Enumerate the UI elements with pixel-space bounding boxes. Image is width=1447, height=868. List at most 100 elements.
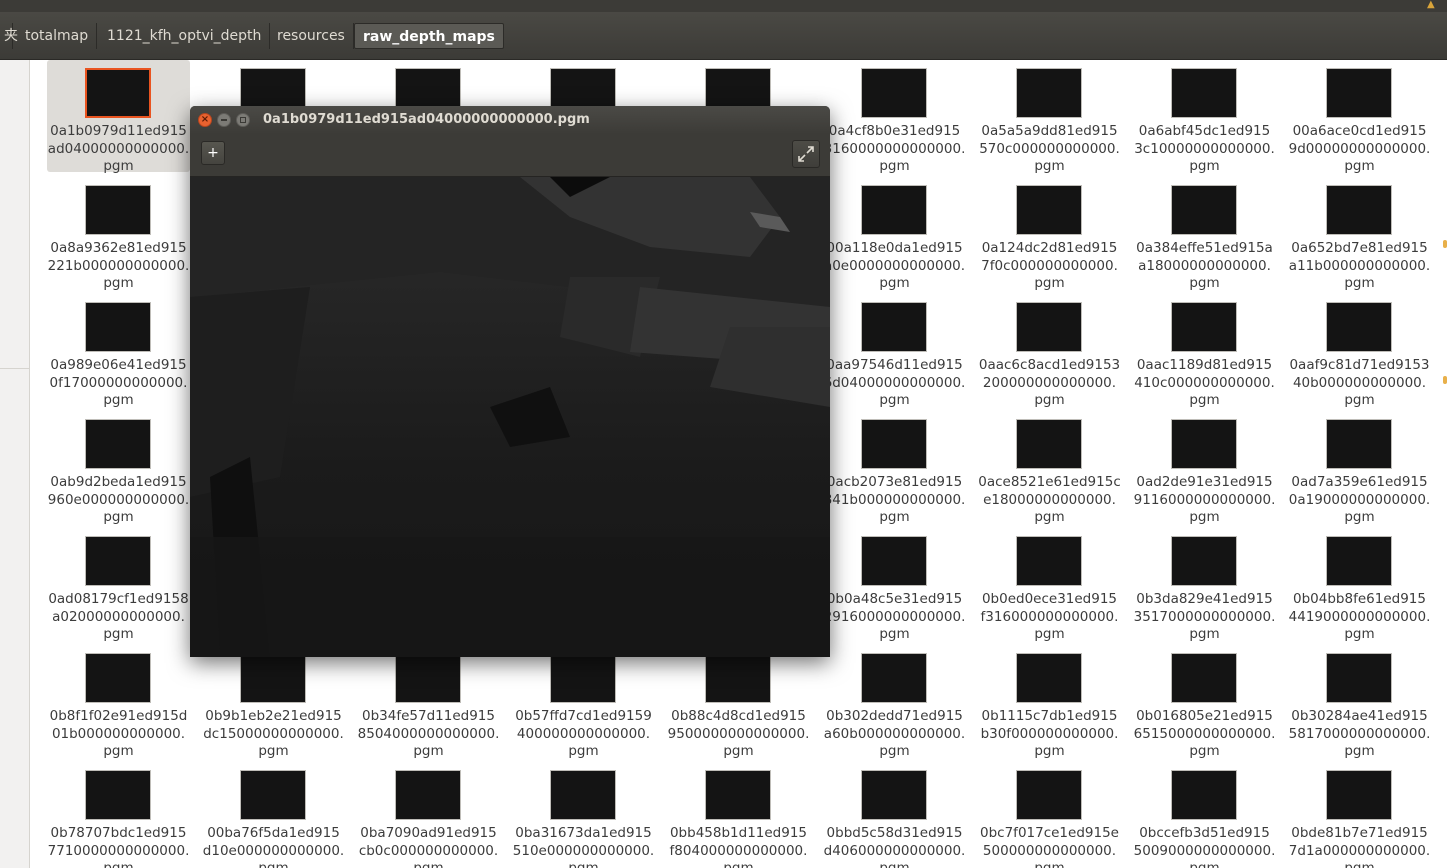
close-icon[interactable]: ×	[198, 113, 212, 127]
file-thumbnail	[85, 302, 151, 352]
file-item[interactable]: 0ad2de91e31ed915 9116000000000000. pgm	[1133, 411, 1276, 525]
file-name: 0ad7a359e61ed915 0a19000000000000. pgm	[1288, 474, 1431, 525]
file-item[interactable]: 00a6ace0cd1ed915 9d00000000000000. pgm	[1288, 60, 1431, 174]
file-name: 0aac1189d81ed915 410c000000000000. pgm	[1134, 357, 1275, 408]
file-item[interactable]: 0b04bb8fe61ed915 4419000000000000. pgm	[1288, 528, 1431, 642]
file-item[interactable]: 0b9b1eb2e21ed915 dc15000000000000. pgm	[202, 645, 345, 759]
file-item[interactable]: 0ad08179cf1ed9158 a02000000000000. pgm	[47, 528, 190, 642]
file-name: 0a6abf45dc1ed915 3c10000000000000. pgm	[1134, 123, 1275, 174]
file-name: 0a8a9362e81ed915 221b000000000000. pgm	[47, 240, 190, 291]
file-item[interactable]: 0bccefb3d51ed915 5009000000000000. pgm	[1133, 762, 1276, 868]
file-item[interactable]: 0aa97546d11ed915 6d04000000000000. pgm	[823, 294, 966, 408]
file-name: 0bb458b1d11ed915 f804000000000000. pgm	[669, 825, 808, 868]
file-item[interactable]: 0bbd5c58d31ed915 d406000000000000. pgm	[823, 762, 966, 868]
file-thumbnail	[85, 185, 151, 235]
file-item[interactable]: 0acb2073e81ed915 841b000000000000. pgm	[823, 411, 966, 525]
breadcrumb-resources[interactable]: resources	[269, 23, 354, 49]
file-item[interactable]: 0ba31673da1ed915 510e000000000000. pgm	[512, 762, 655, 868]
file-item[interactable]: 0b3da829e41ed915 3517000000000000. pgm	[1133, 528, 1276, 642]
file-name: 0b57ffd7cd1ed9159 400000000000000. pgm	[515, 708, 652, 759]
scroll-markers	[1443, 240, 1447, 390]
file-thumbnail	[861, 185, 927, 235]
file-item[interactable]: 0b016805e21ed915 6515000000000000. pgm	[1133, 645, 1276, 759]
file-item[interactable]: 0aaf9c81d71ed9153 40b000000000000. pgm	[1288, 294, 1431, 408]
file-item[interactable]: 0a8a9362e81ed915 221b000000000000. pgm	[47, 177, 190, 291]
file-item[interactable]: 0a4cf8b0e31ed915 3160000000000000. pgm	[823, 60, 966, 174]
file-item[interactable]: 0a6abf45dc1ed915 3c10000000000000. pgm	[1133, 60, 1276, 174]
file-name: 0ad2de91e31ed915 9116000000000000. pgm	[1133, 474, 1276, 525]
file-name: 0b34fe57d11ed915 8504000000000000. pgm	[357, 708, 500, 759]
file-thumbnail	[861, 68, 927, 118]
file-thumbnail	[861, 653, 927, 703]
file-item[interactable]: 0a652bd7e81ed915 a11b000000000000. pgm	[1288, 177, 1431, 291]
file-item[interactable]: 0a384effe51ed915a a18000000000000. pgm	[1133, 177, 1276, 291]
file-item[interactable]: 0ab9d2beda1ed915 960e000000000000. pgm	[47, 411, 190, 525]
file-item[interactable]: 0a124dc2d81ed915 7f0c000000000000. pgm	[978, 177, 1121, 291]
plus-icon[interactable]: +	[201, 141, 225, 165]
file-item[interactable]: 0a989e06e41ed915 0f17000000000000. pgm	[47, 294, 190, 408]
file-item[interactable]: 0ba7090ad91ed915 cb0c000000000000. pgm	[357, 762, 500, 868]
breadcrumb-partial-folder[interactable]: 夹	[0, 23, 18, 49]
file-item[interactable]: 00ba76f5da1ed915 d10e000000000000. pgm	[202, 762, 345, 868]
file-item[interactable]: 0b1115c7db1ed915 b30f000000000000. pgm	[978, 645, 1121, 759]
depth-map-image	[190, 177, 830, 657]
file-thumbnail	[1326, 185, 1392, 235]
file-item[interactable]: 0a1b0979d11ed915 ad04000000000000. pgm	[47, 60, 190, 174]
file-name: 0b04bb8fe61ed915 4419000000000000. pgm	[1288, 591, 1431, 642]
file-name: 0aac6c8acd1ed9153 200000000000000. pgm	[978, 357, 1121, 408]
file-item[interactable]: 0bc7f017ce1ed915e 500000000000000. pgm	[978, 762, 1121, 868]
file-name: 0b1115c7db1ed915 b30f000000000000. pgm	[980, 708, 1119, 759]
viewer-titlebar[interactable]: × 0a1b0979d11ed915ad04000000000000.pgm	[190, 106, 830, 134]
file-thumbnail	[1326, 770, 1392, 820]
file-item[interactable]: 0b0a48c5e31ed915 2916000000000000. pgm	[823, 528, 966, 642]
file-thumbnail	[550, 653, 616, 703]
file-item[interactable]: 0b88c4d8cd1ed915 9500000000000000. pgm	[667, 645, 810, 759]
breadcrumb-totalmap[interactable]: totalmap	[17, 23, 98, 49]
places-sidebar[interactable]	[0, 60, 30, 868]
file-name: 0ab9d2beda1ed915 960e000000000000. pgm	[47, 474, 190, 525]
file-name: 00ba76f5da1ed915 d10e000000000000. pgm	[202, 825, 345, 868]
minimize-icon[interactable]	[217, 113, 231, 127]
file-item[interactable]: 0b57ffd7cd1ed9159 400000000000000. pgm	[512, 645, 655, 759]
file-name: 0aa97546d11ed915 6d04000000000000. pgm	[823, 357, 966, 408]
file-name: 0acb2073e81ed915 841b000000000000. pgm	[823, 474, 966, 525]
file-item[interactable]: 0bde81b7e71ed915 7d1a000000000000. pgm	[1288, 762, 1431, 868]
file-name: 0ba31673da1ed915 510e000000000000. pgm	[512, 825, 655, 868]
file-thumbnail	[1016, 653, 1082, 703]
file-name: 00a118e0da1ed915 a0e0000000000000. pgm	[823, 240, 966, 291]
file-item[interactable]: 0b8f1f02e91ed915d 01b000000000000. pgm	[47, 645, 190, 759]
file-name: 0b8f1f02e91ed915d 01b000000000000. pgm	[49, 708, 188, 759]
fullscreen-icon[interactable]	[792, 140, 820, 168]
file-item[interactable]: 0aac1189d81ed915 410c000000000000. pgm	[1133, 294, 1276, 408]
file-thumbnail	[1171, 302, 1237, 352]
file-item[interactable]: 00a118e0da1ed915 a0e0000000000000. pgm	[823, 177, 966, 291]
file-item[interactable]: 0ace8521e61ed915c e18000000000000. pgm	[978, 411, 1121, 525]
file-thumbnail	[1016, 302, 1082, 352]
file-item[interactable]: 0a5a5a9dd81ed915 570c000000000000. pgm	[978, 60, 1121, 174]
file-item[interactable]: 0b34fe57d11ed915 8504000000000000. pgm	[357, 645, 500, 759]
file-name: 0b016805e21ed915 6515000000000000. pgm	[1133, 708, 1276, 759]
image-viewer-window[interactable]: × 0a1b0979d11ed915ad04000000000000.pgm +	[190, 106, 830, 657]
file-name: 0b9b1eb2e21ed915 dc15000000000000. pgm	[203, 708, 344, 759]
file-item[interactable]: 0b302dedd71ed915 a60b000000000000. pgm	[823, 645, 966, 759]
file-thumbnail	[1326, 302, 1392, 352]
file-item[interactable]: 0aac6c8acd1ed9153 200000000000000. pgm	[978, 294, 1121, 408]
maximize-icon[interactable]	[236, 113, 250, 127]
file-thumbnail	[1171, 536, 1237, 586]
file-item[interactable]: 0ad7a359e61ed915 0a19000000000000. pgm	[1288, 411, 1431, 525]
file-name: 0bc7f017ce1ed915e 500000000000000. pgm	[980, 825, 1119, 868]
file-item[interactable]: 0bb458b1d11ed915 f804000000000000. pgm	[667, 762, 810, 868]
file-item[interactable]: 0b30284ae41ed915 5817000000000000. pgm	[1288, 645, 1431, 759]
file-thumbnail	[861, 419, 927, 469]
breadcrumb: 夹 totalmap 1121_kfh_optvi_depth resource…	[0, 12, 1447, 60]
tray-icon[interactable]: ▲	[1427, 0, 1441, 10]
breadcrumb-raw-depth-maps[interactable]: raw_depth_maps	[354, 23, 504, 49]
file-thumbnail	[1326, 536, 1392, 586]
breadcrumb-1121-kfh-optvi-depth[interactable]: 1121_kfh_optvi_depth	[99, 23, 271, 49]
file-thumbnail	[1171, 419, 1237, 469]
file-item[interactable]: 0b78707bdc1ed915 7710000000000000. pgm	[47, 762, 190, 868]
file-thumbnail	[395, 653, 461, 703]
file-item[interactable]: 0b0ed0ece31ed915 f316000000000000. pgm	[978, 528, 1121, 642]
file-name: 0b3da829e41ed915 3517000000000000. pgm	[1133, 591, 1276, 642]
file-name: 0a5a5a9dd81ed915 570c000000000000. pgm	[979, 123, 1120, 174]
